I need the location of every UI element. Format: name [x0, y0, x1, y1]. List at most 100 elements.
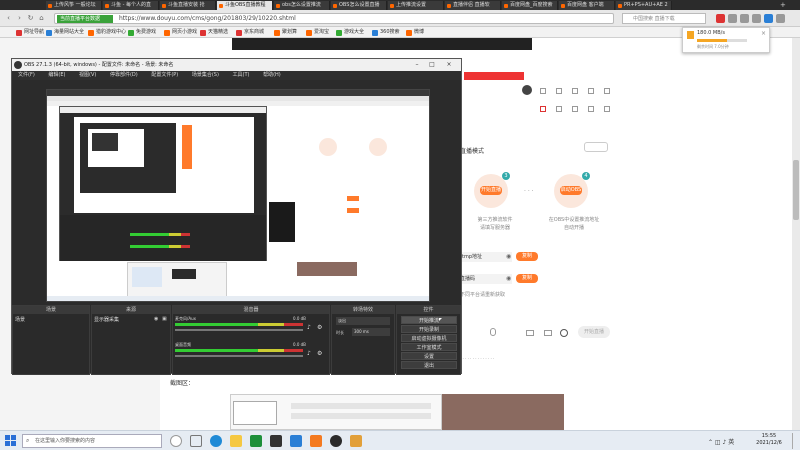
source-item[interactable]: 显示器采集	[94, 316, 119, 323]
speaker-icon[interactable]: ♪	[307, 324, 311, 331]
settings-icon[interactable]	[560, 329, 568, 337]
start-streaming-button[interactable]: 开始推流	[401, 316, 457, 324]
tool-icon[interactable]	[588, 106, 594, 112]
browser-tab[interactable]: 直播伴侣 直播软	[445, 1, 501, 10]
app-icon[interactable]	[290, 435, 302, 447]
eye-icon[interactable]: ◉	[506, 276, 512, 282]
url-input[interactable]: 当前直播平台数据 https://www.douyu.com/cms/gong/…	[54, 13, 614, 24]
forward-icon[interactable]: ›	[15, 14, 24, 23]
browser-tab[interactable]: 斗鱼直播安装 抢	[160, 1, 216, 10]
eye-icon[interactable]: ◉	[154, 316, 158, 322]
avatar[interactable]	[522, 85, 532, 95]
transition-select[interactable]: 淡出	[336, 317, 390, 325]
notification-icon[interactable]	[792, 433, 798, 449]
new-tab-icon[interactable]: +	[780, 1, 788, 9]
browser-tab[interactable]: 百度网盘 客户端	[559, 1, 615, 10]
tool-icon[interactable]	[556, 106, 562, 112]
browser-tab[interactable]: 上传风筝 一般论坛	[46, 1, 102, 10]
copy-button[interactable]: 复制	[516, 252, 538, 261]
maximize-icon[interactable]: □	[427, 61, 437, 69]
tool-icon[interactable]	[556, 88, 562, 94]
close-icon[interactable]: ×	[761, 30, 766, 37]
bookmark-item[interactable]: 爱淘宝	[306, 28, 329, 37]
virtual-camera-button[interactable]: 启动虚拟摄像机	[401, 334, 457, 342]
back-icon[interactable]: ‹	[4, 14, 13, 23]
bookmark-item[interactable]: 微博	[406, 28, 424, 37]
start-live-badge[interactable]: 开始直播	[480, 186, 502, 195]
app-icon[interactable]	[250, 435, 262, 447]
extension-icon[interactable]	[728, 14, 737, 23]
menu-icon[interactable]	[776, 14, 785, 23]
browser-tab[interactable]: 百度网盘_百度搜索	[502, 1, 558, 10]
cortana-icon[interactable]	[170, 435, 182, 447]
bookmark-item[interactable]: 天猫精选	[200, 28, 228, 37]
close-icon[interactable]: ×	[444, 61, 454, 69]
settings-button[interactable]: 设置	[401, 352, 457, 360]
bookmark-item[interactable]: 免费游戏	[128, 28, 156, 37]
menu-view[interactable]: 视图(V)	[79, 72, 96, 78]
extension-icon[interactable]	[740, 14, 749, 23]
tool-icon[interactable]	[604, 88, 610, 94]
volume-slider[interactable]	[175, 355, 303, 357]
start-obs-badge[interactable]: 启动OBS	[560, 186, 582, 195]
mode-switch[interactable]	[584, 142, 608, 152]
mic-icon[interactable]	[490, 328, 496, 336]
menu-profile[interactable]: 配置文件(P)	[151, 72, 178, 78]
extension-icon[interactable]	[716, 14, 725, 23]
browser-tab[interactable]: 上传推流设置	[388, 1, 444, 10]
camera-icon[interactable]	[526, 330, 534, 336]
speaker-icon[interactable]: ♪	[307, 350, 311, 357]
bookmark-item[interactable]: 京东商城	[236, 28, 264, 37]
browser-tab[interactable]: 斗鱼 - 每个人的直	[103, 1, 159, 10]
browser-search-input[interactable]: 中国搜索 直播下载	[622, 13, 706, 24]
bookmark-item[interactable]: 游戏大全	[336, 28, 364, 37]
lock-icon[interactable]: ▣	[162, 316, 167, 322]
obs-app-icon[interactable]	[330, 435, 342, 447]
eye-icon[interactable]: ◉	[506, 254, 512, 260]
home-icon[interactable]: ⌂	[37, 14, 46, 23]
gear-icon[interactable]: ⚙	[317, 324, 322, 331]
system-clock[interactable]: 15:55 2021/12/6	[748, 433, 790, 449]
menu-tools[interactable]: 工具(T)	[233, 72, 250, 78]
tool-icon[interactable]	[588, 88, 594, 94]
bookmark-item[interactable]: 猎豹游戏中心	[88, 28, 126, 37]
gift-icon[interactable]	[540, 106, 546, 112]
obs-preview[interactable]	[46, 89, 430, 302]
minimize-icon[interactable]: –	[412, 61, 422, 69]
bookmark-item[interactable]: 网页小游戏	[164, 28, 197, 37]
download-icon[interactable]	[764, 14, 773, 23]
scrollbar-thumb[interactable]	[793, 160, 799, 220]
download-popup[interactable]: 180.0 MB/s 剩余时间 7.0分钟 ×	[682, 27, 770, 53]
windows-start-icon[interactable]	[5, 435, 16, 446]
exit-button[interactable]: 退出	[401, 361, 457, 369]
bookmark-item[interactable]: 聚划算	[274, 28, 297, 37]
copy-button[interactable]: 复制	[516, 274, 538, 283]
tray-icons[interactable]: ⌃ ◫ ♪ 英	[708, 437, 734, 446]
bookmark-item[interactable]: 海量网站大全	[46, 28, 84, 37]
browser-app-icon[interactable]	[310, 435, 322, 447]
rtmp-field[interactable]: rtmp地址	[460, 252, 512, 262]
volume-slider[interactable]	[175, 329, 303, 331]
bookmark-item[interactable]: 360搜索	[372, 28, 400, 37]
menu-scene-collection[interactable]: 场景集合(S)	[192, 72, 219, 78]
app-icon[interactable]	[350, 435, 362, 447]
menu-edit[interactable]: 编辑(E)	[48, 72, 65, 78]
menu-file[interactable]: 文件(F)	[18, 72, 35, 78]
gear-icon[interactable]: ⚙	[317, 350, 322, 357]
studio-mode-button[interactable]: 工作室模式	[401, 343, 457, 351]
taskbar-search-input[interactable]: 在这里输入你要搜索的内容	[22, 434, 162, 448]
tool-icon[interactable]	[540, 88, 546, 94]
file-explorer-icon[interactable]	[230, 435, 242, 447]
screen-icon[interactable]	[544, 330, 552, 336]
browser-tab[interactable]: obs怎么设置推流	[274, 1, 330, 10]
page-scrollbar[interactable]	[792, 38, 800, 430]
duration-input[interactable]: 300 ms	[352, 328, 390, 336]
refresh-icon[interactable]: ↻	[26, 14, 35, 23]
tool-icon[interactable]	[572, 88, 578, 94]
scene-item[interactable]: 场景	[15, 316, 25, 323]
browser-tab[interactable]: PR+PS+AU+AE 2	[616, 1, 672, 10]
menu-help[interactable]: 帮助(H)	[263, 72, 281, 78]
task-view-icon[interactable]	[190, 435, 202, 447]
browser-tab-active[interactable]: 斗鱼OBS直播教程	[217, 1, 273, 10]
menu-docks[interactable]: 停靠部件(D)	[110, 72, 138, 78]
